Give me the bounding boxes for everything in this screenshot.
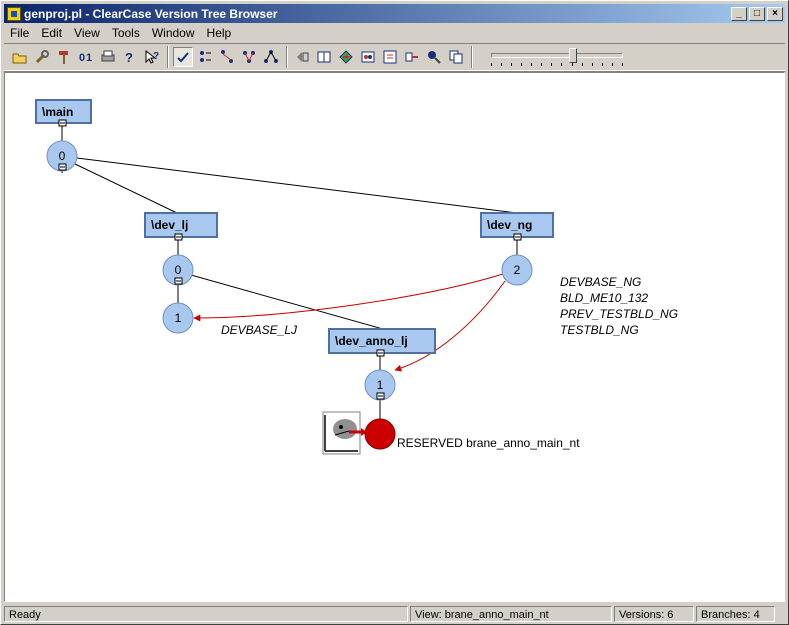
tree-icon[interactable] bbox=[217, 47, 237, 67]
back-icon[interactable] bbox=[292, 47, 312, 67]
branch-dev-anno-lj[interactable]: \dev_anno_lj bbox=[328, 328, 436, 357]
svg-text:1: 1 bbox=[86, 52, 92, 64]
copy-icon[interactable] bbox=[446, 47, 466, 67]
merge-arrow-ng-to-anno bbox=[394, 280, 506, 372]
branch-dev-lj[interactable]: \dev_lj bbox=[144, 212, 218, 241]
branch-dev-anno-lj-label: \dev_anno_lj bbox=[335, 334, 408, 348]
branch-main-label: \main bbox=[42, 105, 73, 119]
menu-view[interactable]: View bbox=[68, 24, 106, 42]
status-branches: Branches: 4 bbox=[696, 605, 775, 622]
version-tree-graph: \main \dev_lj \dev_ng \dev_anno_lj 0 0 1… bbox=[35, 99, 678, 455]
version-label: TESTBLD_NG bbox=[560, 323, 639, 337]
version-node-main-0[interactable]: 0 bbox=[46, 140, 78, 172]
version-label: DEVBASE_NG bbox=[560, 275, 641, 289]
merge-arrow-ng-to-lj bbox=[193, 273, 504, 322]
diff-icon[interactable] bbox=[358, 47, 378, 67]
branch-dev-lj-label: \dev_lj bbox=[151, 218, 188, 232]
svg-text:?: ? bbox=[153, 51, 159, 62]
hammer-icon[interactable] bbox=[54, 47, 74, 67]
version-node-dev-lj-1[interactable]: 1 bbox=[162, 302, 194, 334]
zoom-slider-ticks bbox=[491, 63, 623, 66]
version-label: PREV_TESTBLD_NG bbox=[560, 307, 678, 321]
version-label-devbase-lj: DEVBASE_LJ bbox=[221, 323, 298, 337]
version-node-dev-ng-2[interactable]: 2 bbox=[501, 254, 533, 286]
book-icon[interactable] bbox=[314, 47, 334, 67]
app-window: genproj.pl - ClearCase Version Tree Brow… bbox=[0, 0, 789, 625]
svg-text:?: ? bbox=[125, 50, 133, 65]
minimize-button[interactable]: _ bbox=[731, 6, 747, 21]
open-icon[interactable] bbox=[10, 47, 30, 67]
compare-icon[interactable]: 01 bbox=[76, 47, 96, 67]
checkout-icon[interactable] bbox=[322, 411, 367, 455]
status-view: View: brane_anno_main_nt bbox=[410, 605, 612, 622]
version-tree-canvas[interactable]: \main \dev_lj \dev_ng \dev_anno_lj 0 0 1… bbox=[4, 72, 785, 602]
graph-icon[interactable] bbox=[261, 47, 281, 67]
list-icon[interactable] bbox=[195, 47, 215, 67]
menu-help[interactable]: Help bbox=[201, 24, 238, 42]
version-node-label: 0 bbox=[175, 263, 182, 277]
status-bar: Ready View: brane_anno_main_nt Versions:… bbox=[4, 604, 785, 623]
menu-edit[interactable]: Edit bbox=[35, 24, 68, 42]
wrench-icon[interactable] bbox=[32, 47, 52, 67]
diamond-arrow-icon[interactable] bbox=[336, 47, 356, 67]
context-help-icon[interactable]: ? bbox=[142, 47, 162, 67]
version-node-dev-lj-0[interactable]: 0 bbox=[162, 254, 194, 286]
pin-icon[interactable] bbox=[424, 47, 444, 67]
maximize-button[interactable]: □ bbox=[749, 6, 765, 21]
toolbar-group-file: 01 ? ? bbox=[6, 46, 164, 68]
status-versions: Versions: 6 bbox=[614, 605, 694, 622]
toolbar-group-zoom bbox=[472, 46, 627, 68]
annotate-icon[interactable] bbox=[380, 47, 400, 67]
menu-bar: File Edit View Tools Window Help bbox=[4, 24, 785, 42]
toolbar: 01 ? ? bbox=[4, 43, 785, 71]
version-node-label: 1 bbox=[377, 378, 384, 392]
version-node-label: 1 bbox=[175, 311, 182, 325]
window-title: genproj.pl - ClearCase Version Tree Brow… bbox=[24, 6, 278, 21]
branch-main[interactable]: \main bbox=[35, 99, 92, 127]
zoom-slider-track bbox=[491, 53, 623, 58]
print-icon[interactable] bbox=[98, 47, 118, 67]
menu-file[interactable]: File bbox=[4, 24, 35, 42]
svg-text:0: 0 bbox=[79, 52, 85, 64]
branch-dev-ng-label: \dev_ng bbox=[487, 218, 532, 232]
merge-icon[interactable] bbox=[239, 47, 259, 67]
tree-edges bbox=[61, 124, 518, 419]
zoom-slider-thumb[interactable] bbox=[569, 48, 578, 63]
branch-dev-ng[interactable]: \dev_ng bbox=[480, 212, 554, 241]
checkout-node[interactable] bbox=[364, 418, 396, 450]
app-icon[interactable] bbox=[7, 6, 21, 21]
link-icon[interactable] bbox=[402, 47, 422, 67]
version-node-label: 0 bbox=[59, 149, 66, 163]
zoom-slider[interactable] bbox=[487, 46, 627, 68]
version-labels-dev-ng-2: DEVBASE_NG BLD_ME10_132 PREV_TESTBLD_NG … bbox=[560, 275, 678, 337]
version-label: BLD_ME10_132 bbox=[560, 291, 648, 305]
version-node-label: 2 bbox=[514, 263, 521, 277]
menu-tools[interactable]: Tools bbox=[106, 24, 146, 42]
version-node-dev-anno-lj-1[interactable]: 1 bbox=[364, 369, 396, 401]
close-button[interactable]: × bbox=[767, 6, 783, 21]
toolbar-group-ops bbox=[287, 46, 468, 68]
checkout-label: RESERVED brane_anno_main_nt bbox=[397, 436, 580, 450]
check-icon[interactable] bbox=[173, 47, 193, 67]
menu-window[interactable]: Window bbox=[146, 24, 201, 42]
toolbar-group-view bbox=[168, 46, 283, 68]
status-message: Ready bbox=[4, 605, 408, 622]
help-icon[interactable]: ? bbox=[120, 47, 140, 67]
title-bar[interactable]: genproj.pl - ClearCase Version Tree Brow… bbox=[4, 4, 785, 23]
